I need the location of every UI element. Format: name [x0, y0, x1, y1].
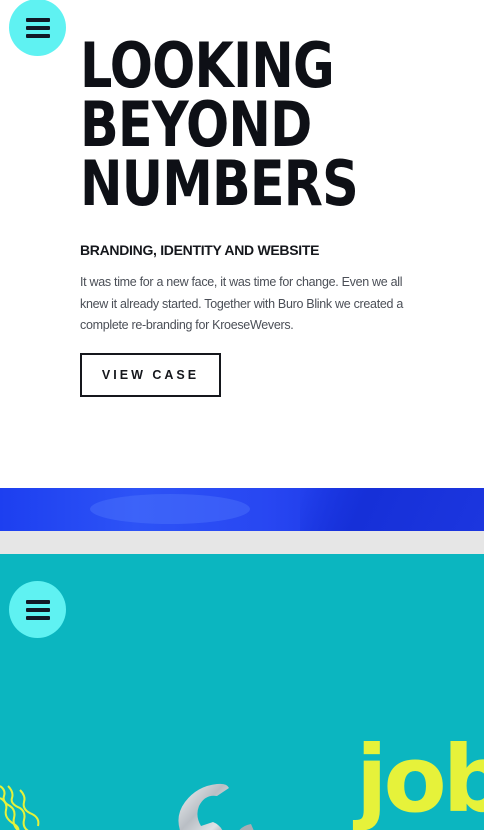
squiggle-lines-icon	[0, 785, 40, 830]
project-description: It was time for a new face, it was time …	[80, 275, 404, 332]
section-divider	[0, 531, 484, 554]
project-headline: LOOKING BEYOND NUMBERS	[80, 29, 359, 220]
headline-line: LOOKING	[80, 29, 335, 102]
wrench-icon	[178, 783, 254, 830]
menu-button[interactable]	[9, 581, 66, 638]
hamburger-menu-icon	[25, 17, 50, 38]
image-highlight	[90, 494, 250, 524]
next-project-section[interactable]: job	[0, 554, 484, 830]
menu-button[interactable]	[9, 0, 66, 56]
headline-line: NUMBERS	[80, 147, 359, 220]
project-subheading: BRANDING, IDENTITY AND WEBSITE	[80, 242, 320, 258]
hamburger-menu-icon	[25, 599, 50, 620]
project-image-strip	[0, 488, 484, 531]
image-shadow	[300, 488, 484, 531]
headline-line: BEYOND	[80, 88, 312, 161]
page: LOOKING BEYOND NUMBERS BRANDING, IDENTIT…	[0, 0, 484, 830]
next-project-title: job	[356, 726, 484, 830]
view-case-button[interactable]: VIEW CASE	[80, 353, 221, 397]
